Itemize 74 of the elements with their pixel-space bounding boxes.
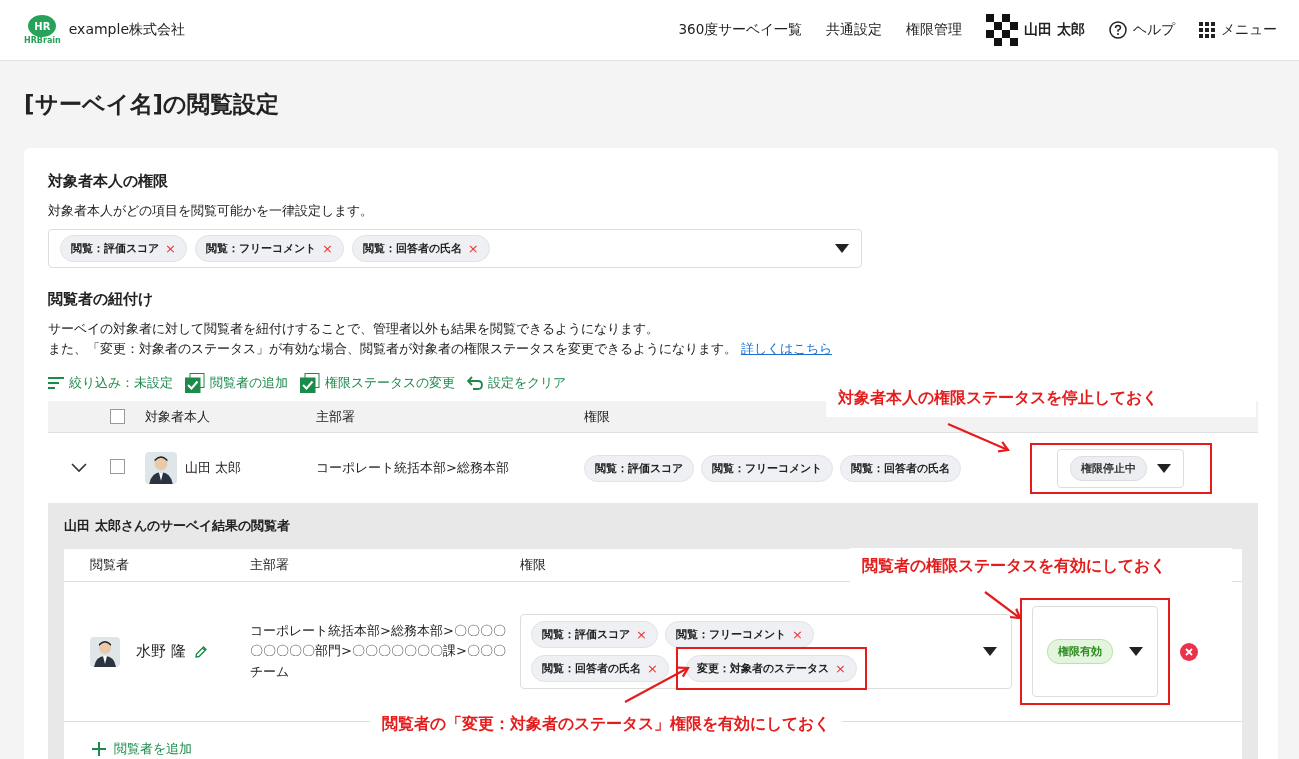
caret-icon[interactable] bbox=[1157, 463, 1171, 473]
remove-icon[interactable]: × bbox=[467, 242, 479, 255]
checkerboard-icon bbox=[986, 14, 1019, 46]
section-title: 閲覧者の紐付け bbox=[48, 290, 154, 309]
permission-tag: 閲覧：フリーコメント × bbox=[664, 621, 814, 648]
annotation-arrow bbox=[947, 423, 1010, 453]
permission-tag: 閲覧：回答者の氏名 × bbox=[531, 655, 669, 682]
permission-select[interactable]: 閲覧：評価スコア × 閲覧：フリーコメント × 閲覧：回答者の氏名 × 変更：対象者のステータス × bbox=[520, 614, 1012, 689]
delete-icon[interactable] bbox=[1180, 642, 1198, 661]
section-description: また、「変更：対象者のステータス」が有効な場合、閲覧者が対象者の権限ステータスを変更できるようになります。 詳しくはこちら bbox=[48, 340, 833, 358]
panel-title: 山田 太郎さんのサーベイ結果の閲覧者 bbox=[64, 517, 291, 535]
column-header: 閲覧者 bbox=[90, 556, 129, 574]
toolbar-button[interactable]: 設定をクリア bbox=[467, 374, 566, 392]
caret-icon[interactable] bbox=[1129, 647, 1143, 656]
table-cell: コーポレート統括本部>総務本部 bbox=[316, 459, 509, 477]
logo-mark: HR bbox=[28, 15, 57, 37]
section-description: サーベイの対象者に対して閲覧者を紐付けすることで、管理者以外も結果を閲覧できるようになります。 bbox=[48, 320, 660, 338]
remove-icon[interactable]: × bbox=[647, 662, 658, 675]
help-icon[interactable] bbox=[1109, 21, 1127, 39]
section-title: 対象者本人の権限 bbox=[48, 172, 169, 191]
help-link[interactable]: ヘルプ bbox=[1133, 21, 1175, 39]
status-pill: 権限停止中 bbox=[1070, 455, 1147, 481]
remove-icon[interactable]: × bbox=[321, 242, 333, 255]
permission-tag: 変更：対象者のステータス × bbox=[685, 655, 857, 682]
company-name: example株式会社 bbox=[68, 21, 185, 39]
remove-icon[interactable]: × bbox=[165, 242, 176, 255]
details-link[interactable]: 詳しくはこちら bbox=[741, 341, 832, 356]
permission-tag: 閲覧：回答者の氏名 bbox=[840, 454, 961, 482]
pencil-icon[interactable] bbox=[193, 644, 208, 659]
column-header: 対象者本人 bbox=[145, 407, 210, 426]
remove-icon[interactable]: × bbox=[834, 662, 846, 675]
status-pill: 権限有効 bbox=[1047, 639, 1113, 664]
menu-link[interactable]: メニュー bbox=[1221, 21, 1277, 39]
caret-icon[interactable] bbox=[835, 244, 849, 253]
permission-select[interactable]: 閲覧：評価スコア × 閲覧：フリーコメント × 閲覧：回答者の氏名 × bbox=[48, 229, 862, 268]
permission-tag: 閲覧：フリーコメント bbox=[701, 454, 833, 482]
permission-tag: 閲覧：評価スコア × bbox=[531, 621, 658, 648]
nav-link[interactable]: 権限管理 bbox=[906, 21, 963, 39]
permission-tag: 閲覧：評価スコア bbox=[584, 454, 694, 482]
select-all-checkbox[interactable] bbox=[110, 409, 125, 424]
column-header: 権限 bbox=[584, 407, 610, 426]
remove-icon[interactable]: × bbox=[636, 628, 647, 641]
checked-checkbox-icon[interactable] bbox=[300, 373, 320, 393]
grid-menu-icon[interactable] bbox=[1199, 22, 1215, 38]
permission-tag: 閲覧：評価スコア × bbox=[60, 235, 187, 262]
toolbar-button[interactable]: 閲覧者の追加 bbox=[185, 373, 288, 393]
annotation-label: 閲覧者の権限ステータスを有効にしておく bbox=[850, 548, 1232, 585]
checked-checkbox-icon[interactable] bbox=[185, 373, 205, 393]
nav-link[interactable]: 360度サーベイ一覧 bbox=[678, 21, 803, 39]
filter-icon bbox=[48, 377, 64, 389]
undo-icon bbox=[467, 376, 483, 390]
logo-text: HRBrain bbox=[24, 37, 61, 45]
plus-icon bbox=[92, 742, 106, 756]
column-header: 主部署 bbox=[316, 407, 355, 426]
toolbar-button[interactable]: 絞り込み：未設定 bbox=[48, 374, 173, 392]
page-title: [サーベイ名]の閲覧設定 bbox=[24, 90, 281, 119]
row-checkbox[interactable] bbox=[110, 459, 125, 474]
status-select[interactable]: 権限停止中 bbox=[1057, 448, 1184, 488]
permission-tag: 閲覧：フリーコメント × bbox=[194, 235, 344, 262]
chevron-down-icon[interactable] bbox=[71, 463, 87, 473]
user-name[interactable]: 山田 太郎 bbox=[1024, 21, 1085, 39]
column-header: 権限 bbox=[520, 556, 546, 574]
remove-icon[interactable]: × bbox=[791, 628, 803, 641]
toolbar-button[interactable]: 権限ステータスの変更 bbox=[300, 373, 455, 393]
add-viewer-button[interactable]: 閲覧者を追加 bbox=[64, 722, 220, 759]
person-name: 水野 隆 bbox=[136, 642, 186, 661]
person-name: 山田 太郎 bbox=[185, 459, 242, 477]
column-header: 主部署 bbox=[250, 556, 289, 574]
caret-icon[interactable] bbox=[983, 647, 997, 656]
status-select[interactable]: 権限有効 bbox=[1032, 606, 1158, 697]
department-text: コーポレート統括本部>総務本部>〇〇〇〇〇〇〇〇〇部門>〇〇〇〇〇〇〇課>〇〇〇チーム bbox=[250, 622, 507, 681]
nav-link[interactable]: 共通設定 bbox=[826, 21, 883, 39]
section-description: 対象者本人がどの項目を閲覧可能かを一律設定します。 bbox=[48, 202, 374, 220]
permission-tag: 閲覧：回答者の氏名 × bbox=[351, 235, 490, 262]
